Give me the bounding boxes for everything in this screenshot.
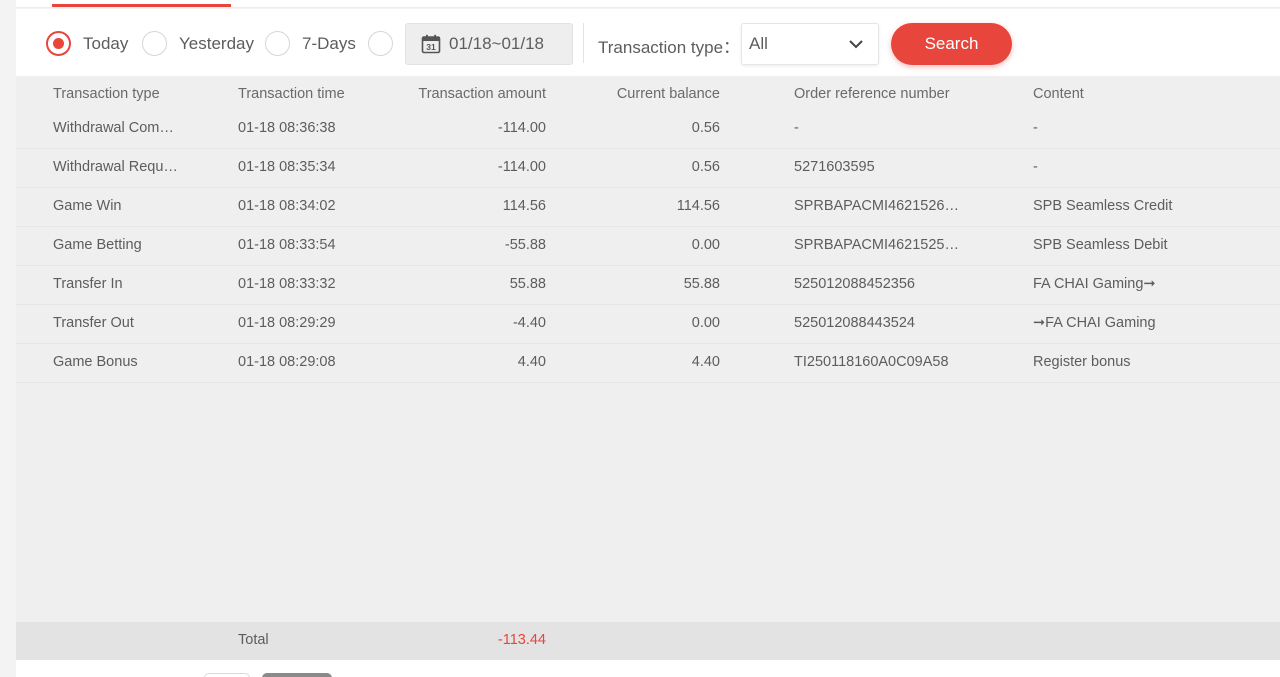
- cell-balance: 0.56: [691, 159, 720, 175]
- column-header: Current balance: [616, 86, 720, 102]
- column-header: Transaction amount: [418, 86, 546, 102]
- table-row: Game Betting 01-18 08:33:54 -55.88 0.00 …: [16, 227, 1280, 266]
- cell-order-ref: SPRBAPACMI4621525…: [794, 237, 959, 253]
- pagination-footer: [16, 660, 1280, 677]
- column-header: Transaction type: [53, 86, 160, 102]
- calendar-day-text: 31: [426, 42, 436, 52]
- table-header: Transaction type Transaction time Transa…: [16, 76, 1280, 112]
- cell-type: Game Bonus: [53, 354, 138, 370]
- cell-content: SPB Seamless Credit: [1033, 198, 1173, 214]
- cell-balance: 0.00: [691, 237, 720, 253]
- table-row: Withdrawal Requ… 01-18 08:35:34 -114.00 …: [16, 149, 1280, 188]
- cell-order-ref: SPRBAPACMI4621526…: [794, 198, 959, 214]
- table-row: Game Bonus 01-18 08:29:08 4.40 4.40 TI25…: [16, 344, 1280, 383]
- cell-balance: 4.40: [691, 354, 720, 370]
- radio-circle-icon: [46, 31, 71, 56]
- filter-bar: Today Yesterday 7-Days 31 01/18~01/18 Tr…: [16, 9, 1280, 76]
- table-row: Transfer In 01-18 08:33:32 55.88 55.88 5…: [16, 266, 1280, 305]
- cell-balance: 55.88: [683, 276, 720, 292]
- top-tab-strip: [16, 0, 1280, 8]
- total-amount: -113.44: [497, 632, 546, 648]
- transaction-type-select[interactable]: All: [741, 23, 879, 65]
- radio-custom-range[interactable]: [368, 31, 393, 56]
- page-size-select[interactable]: [204, 673, 250, 677]
- total-row: Total -113.44: [16, 622, 1280, 660]
- cell-time: 01-18 08:35:34: [238, 159, 336, 175]
- cell-amount: -114.00: [497, 120, 546, 136]
- cell-time: 01-18 08:36:38: [238, 120, 336, 136]
- radio-today[interactable]: Today: [46, 31, 128, 56]
- cell-amount: 114.56: [502, 198, 546, 214]
- cell-amount: 4.40: [517, 354, 546, 370]
- cell-order-ref: -: [794, 120, 799, 136]
- cell-content: ➞FA CHAI Gaming: [1033, 315, 1156, 331]
- radio-label: Yesterday: [179, 33, 254, 53]
- cell-type: Game Betting: [53, 237, 142, 253]
- page-button[interactable]: [262, 673, 332, 677]
- radio-circle-icon: [368, 31, 393, 56]
- radio-7-days[interactable]: 7-Days: [265, 31, 356, 56]
- radio-circle-icon: [142, 31, 167, 56]
- calendar-icon: 31: [421, 34, 441, 54]
- cell-time: 01-18 08:29:08: [238, 354, 336, 370]
- column-header: Order reference number: [794, 86, 950, 102]
- transaction-type-label: Transaction type：: [598, 38, 741, 57]
- date-range-picker[interactable]: 31 01/18~01/18: [405, 23, 573, 65]
- column-header: Transaction time: [238, 86, 345, 102]
- transaction-type-value: All: [749, 34, 768, 53]
- cell-type: Withdrawal Requ…: [53, 159, 178, 175]
- cell-amount: 55.88: [509, 276, 546, 292]
- cell-type: Withdrawal Com…: [53, 120, 174, 136]
- search-button[interactable]: Search: [891, 23, 1012, 65]
- cell-time: 01-18 08:34:02: [238, 198, 336, 214]
- cell-time: 01-18 08:29:29: [238, 315, 336, 331]
- cell-order-ref: TI250118160A0C09A58: [794, 354, 949, 370]
- cell-balance: 114.56: [676, 198, 720, 214]
- table-row: Transfer Out 01-18 08:29:29 -4.40 0.00 5…: [16, 305, 1280, 344]
- cell-time: 01-18 08:33:54: [238, 237, 336, 253]
- radio-label: Today: [83, 33, 129, 53]
- date-range-text: 01/18~01/18: [449, 34, 545, 53]
- active-tab-indicator: [52, 4, 231, 7]
- filter-divider: [583, 23, 584, 63]
- cell-content: FA CHAI Gaming➞: [1033, 276, 1156, 292]
- cell-amount: -114.00: [497, 159, 546, 175]
- cell-balance: 0.00: [691, 315, 720, 331]
- cell-balance: 0.56: [691, 120, 720, 136]
- cell-order-ref: 525012088443524: [794, 315, 915, 331]
- cell-type: Transfer In: [53, 276, 123, 292]
- radio-circle-icon: [265, 31, 290, 56]
- cell-content: Register bonus: [1033, 354, 1131, 370]
- cell-content: -: [1033, 159, 1038, 175]
- radio-label: 7-Days: [302, 33, 356, 53]
- radio-yesterday[interactable]: Yesterday: [142, 31, 254, 56]
- cell-order-ref: 5271603595: [794, 159, 875, 175]
- cell-order-ref: 525012088452356: [794, 276, 915, 292]
- cell-amount: -55.88: [504, 237, 546, 253]
- cell-amount: -4.40: [512, 315, 546, 331]
- total-label: Total: [238, 632, 269, 648]
- table-row: Game Win 01-18 08:34:02 114.56 114.56 SP…: [16, 188, 1280, 227]
- chevron-down-icon: [848, 36, 864, 52]
- cell-type: Transfer Out: [53, 315, 134, 331]
- table-row: Withdrawal Com… 01-18 08:36:38 -114.00 0…: [16, 110, 1280, 149]
- cell-type: Game Win: [53, 198, 122, 214]
- column-header: Content: [1033, 86, 1084, 102]
- cell-content: -: [1033, 120, 1038, 136]
- transactions-table: Transaction type Transaction time Transa…: [16, 76, 1280, 622]
- cell-content: SPB Seamless Debit: [1033, 237, 1168, 253]
- cell-time: 01-18 08:33:32: [238, 276, 336, 292]
